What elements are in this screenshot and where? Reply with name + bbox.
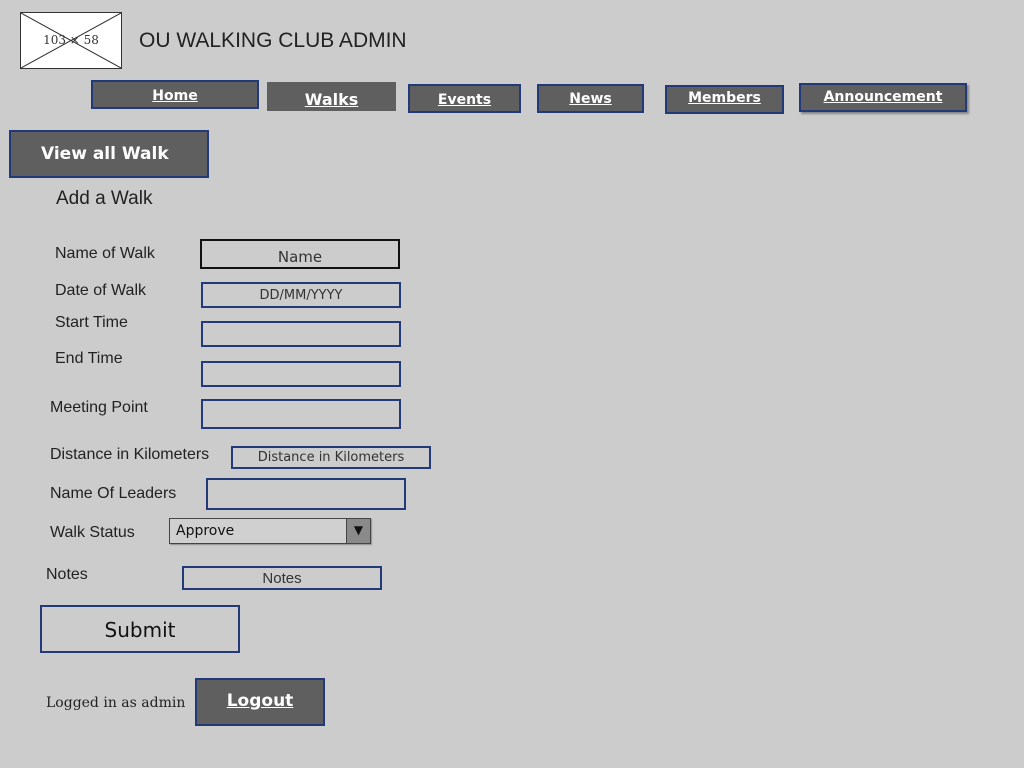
meeting-point-label: Meeting Point	[50, 399, 148, 416]
name-of-walk-input[interactable]: Name	[200, 239, 400, 269]
nav-home[interactable]: Home	[91, 80, 259, 109]
start-time-label: Start Time	[55, 314, 128, 331]
logo-placeholder-image: 103 × 58	[20, 12, 122, 69]
walk-status-value: Approve	[176, 523, 235, 539]
end-time-input[interactable]	[201, 361, 401, 387]
walk-status-label: Walk Status	[50, 524, 135, 541]
logo-dimensions-label: 103 × 58	[43, 33, 99, 47]
nav-news[interactable]: News	[537, 84, 644, 113]
logout-button[interactable]: Logout	[195, 678, 325, 726]
start-time-input[interactable]	[201, 321, 401, 347]
walk-status-select[interactable]: Approve ▼	[169, 518, 371, 544]
nav-walks[interactable]: Walks	[267, 82, 396, 111]
nav-events[interactable]: Events	[408, 84, 521, 113]
nav-announcement[interactable]: Announcement	[799, 83, 967, 112]
logged-in-status: Logged in as admin	[46, 695, 186, 711]
name-of-leaders-input[interactable]	[206, 478, 406, 510]
view-all-walk-button[interactable]: View all Walk	[9, 130, 209, 178]
submit-button[interactable]: Submit	[40, 605, 240, 653]
end-time-label: End Time	[55, 350, 123, 367]
distance-label: Distance in Kilometers	[50, 446, 210, 463]
form-title: Add a Walk	[56, 188, 153, 209]
meeting-point-input[interactable]	[201, 399, 401, 429]
date-of-walk-input[interactable]: DD/MM/YYYY	[201, 282, 401, 308]
notes-label: Notes	[46, 566, 88, 583]
date-of-walk-label: Date of Walk	[55, 282, 146, 299]
app-title: OU WALKING CLUB ADMIN	[139, 29, 407, 52]
nav-members[interactable]: Members	[665, 85, 784, 114]
notes-input[interactable]: Notes	[182, 566, 382, 590]
name-of-leaders-label: Name Of Leaders	[50, 485, 177, 502]
name-of-walk-label: Name of Walk	[55, 245, 155, 262]
dropdown-arrow-icon[interactable]: ▼	[346, 519, 370, 543]
distance-input[interactable]: Distance in Kilometers	[231, 446, 431, 469]
